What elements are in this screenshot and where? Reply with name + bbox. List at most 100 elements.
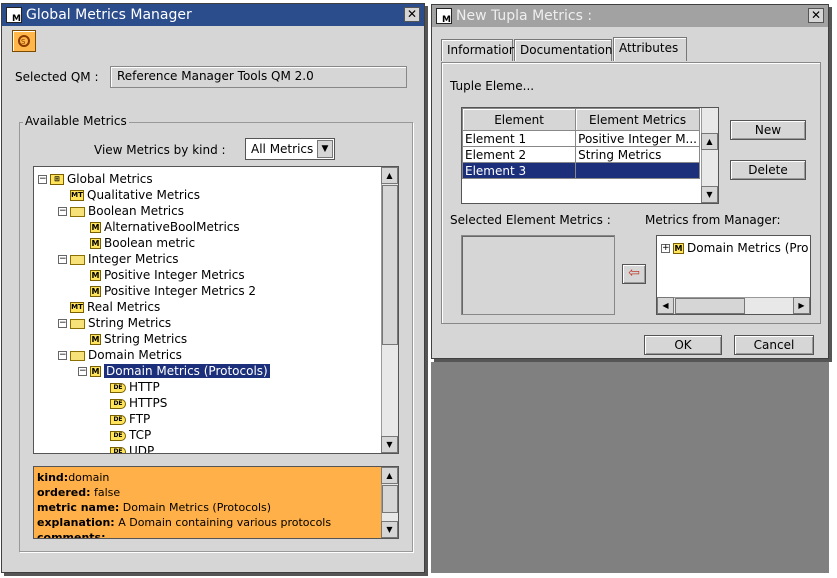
tree-item[interactable]: M Positive Integer Metrics 2 (78, 283, 256, 299)
selected-element-metrics-label: Selected Element Metrics : (450, 213, 611, 227)
tree-item[interactable]: MT Qualitative Metrics (58, 187, 200, 203)
tree-item[interactable]: M Boolean metric (78, 235, 195, 251)
toolbar-metric-icon[interactable]: S (12, 30, 36, 52)
table-row[interactable]: Element 2 String Metrics (462, 146, 700, 163)
hscroll-right-button[interactable]: ▶ (793, 297, 810, 314)
tree-item[interactable]: DE HTTP (98, 379, 160, 395)
tree-item-label: Boolean Metrics (88, 204, 184, 218)
info-scroll-down-button[interactable]: ▼ (381, 521, 398, 538)
new-tupla-metrics-window: New Tupla Metrics : ✕ Information Docume… (431, 4, 829, 359)
folder-icon (70, 350, 85, 361)
tree-item-label: Domain Metrics (Protocols) (104, 364, 270, 378)
app-icon (6, 7, 22, 24)
chevron-down-icon[interactable]: ▼ (317, 140, 333, 158)
tree-item[interactable]: − Integer Metrics (58, 251, 179, 267)
ntm-close-button[interactable]: ✕ (808, 8, 824, 23)
info-line: explanation: A Domain containing various… (37, 515, 395, 530)
tab-information[interactable]: Information (441, 39, 516, 61)
table-cell[interactable]: Element 3 (462, 162, 577, 179)
hscroll-thumb[interactable] (675, 298, 745, 314)
collapse-icon[interactable]: − (38, 175, 47, 184)
info-line: metric name: Domain Metrics (Protocols) (37, 500, 395, 515)
available-metrics-label: Available Metrics (23, 114, 129, 128)
manager-tree-item[interactable]: + M Domain Metrics (Pro (661, 240, 808, 256)
delete-button[interactable]: Delete (730, 160, 806, 180)
domain-element-icon: DE (110, 382, 126, 393)
tree-item[interactable]: M Positive Integer Metrics (78, 267, 245, 283)
gmm-titlebar[interactable]: Global Metrics Manager ✕ (2, 4, 424, 26)
elements-grid: Element Element Metrics Element 1 Positive… (462, 108, 700, 179)
expand-icon[interactable]: + (661, 244, 670, 253)
table-scroll-down-button[interactable]: ▼ (701, 186, 718, 203)
column-header[interactable]: Element Metrics (575, 108, 700, 131)
scroll-thumb[interactable] (382, 185, 398, 345)
table-cell[interactable]: Element 1 (462, 130, 577, 147)
new-button[interactable]: New (730, 120, 806, 140)
close-button[interactable]: ✕ (404, 7, 420, 22)
tree-item-label: UDP (129, 444, 155, 454)
table-row[interactable]: Element 1 Positive Integer M... (462, 130, 700, 147)
tree-item[interactable]: DE HTTPS (98, 395, 167, 411)
info-scroll-up-button[interactable]: ▲ (381, 467, 398, 484)
selected-element-metrics-box[interactable] (461, 235, 615, 315)
tree-item-label: String Metrics (104, 332, 188, 346)
tree-item[interactable]: M String Metrics (78, 331, 187, 347)
folder-icon (70, 318, 85, 329)
collapse-icon[interactable]: − (58, 207, 67, 216)
info-scroll-thumb[interactable] (382, 485, 398, 513)
ntm-titlebar[interactable]: New Tupla Metrics : ✕ (432, 5, 828, 27)
tree-item[interactable]: DE TCP (98, 427, 151, 443)
collapse-icon[interactable]: − (58, 255, 67, 264)
tree-item[interactable]: − String Metrics (58, 315, 171, 331)
selected-qm-field: Reference Manager Tools QM 2.0 (110, 66, 407, 88)
tree-item-label: Boolean metric (104, 236, 196, 250)
info-key: comments: (37, 531, 106, 539)
manager-metrics-tree[interactable]: + M Domain Metrics (Pro ◀ ▶ (656, 235, 811, 315)
svg-text:S: S (21, 38, 26, 46)
tuple-elements-label: Tuple Eleme... (450, 79, 535, 93)
tab-attributes[interactable]: Attributes (613, 37, 687, 61)
cancel-button[interactable]: Cancel (734, 335, 814, 355)
tree-item[interactable]: DE UDP (98, 443, 155, 454)
ntm-title: New Tupla Metrics : (456, 8, 593, 24)
tree-item[interactable]: − ⊞ Global Metrics (38, 171, 153, 187)
add-metric-button[interactable]: ⇦ (622, 264, 646, 284)
tree-item[interactable]: M AlternativeBoolMetrics (78, 219, 240, 235)
tree-item[interactable]: DE FTP (98, 411, 150, 427)
scroll-up-button[interactable]: ▲ (381, 167, 398, 184)
info-scrollbar[interactable]: ▲ ▼ (381, 467, 398, 538)
tree-item[interactable]: − M Domain Metrics (Protocols) (78, 363, 270, 379)
gmm-title: Global Metrics Manager (26, 7, 192, 23)
table-row[interactable]: Element 3 (462, 162, 700, 179)
metric-type-icon: MT (70, 302, 84, 313)
table-scroll-up-button[interactable]: ▲ (701, 133, 718, 150)
view-by-select[interactable]: All Metrics ▼ (245, 138, 335, 160)
table-cell[interactable]: String Metrics (575, 146, 700, 163)
ok-button[interactable]: OK (644, 335, 722, 355)
table-scrollbar[interactable]: ▲ ▼ (701, 108, 718, 203)
metric-icon: M (90, 270, 101, 281)
tree-scrollbar[interactable]: ▲ ▼ (381, 167, 398, 453)
scroll-down-button[interactable]: ▼ (381, 436, 398, 453)
info-rows: kind:domain ordered: false metric name: Do… (34, 467, 398, 539)
tree-item[interactable]: − Domain Metrics (58, 347, 182, 363)
selected-qm-label: Selected QM : (15, 70, 99, 84)
tree-item[interactable]: − Boolean Metrics (58, 203, 184, 219)
collapse-icon[interactable]: − (58, 319, 67, 328)
table-cell[interactable]: Positive Integer M... (575, 130, 700, 147)
collapse-icon[interactable]: − (78, 367, 87, 376)
manager-hscrollbar[interactable]: ◀ ▶ (657, 297, 810, 314)
table-cell[interactable] (575, 162, 700, 179)
hscroll-left-button[interactable]: ◀ (657, 297, 674, 314)
view-by-value: All Metrics (251, 142, 314, 156)
info-value: Domain Metrics (Protocols) (119, 501, 272, 514)
metrics-tree[interactable]: − ⊞ Global Metrics MT Qualitative Metrics − Bo… (33, 166, 399, 454)
tab-documentation[interactable]: Documentation (514, 39, 613, 61)
tree-item[interactable]: MT Real Metrics (58, 299, 160, 315)
tree-item-label: Positive Integer Metrics (104, 268, 245, 282)
table-cell[interactable]: Element 2 (462, 146, 577, 163)
info-line: comments: (37, 530, 395, 539)
tuple-elements-table[interactable]: Element Element Metrics Element 1 Positive… (461, 107, 719, 204)
collapse-icon[interactable]: − (58, 351, 67, 360)
column-header[interactable]: Element (462, 108, 577, 131)
